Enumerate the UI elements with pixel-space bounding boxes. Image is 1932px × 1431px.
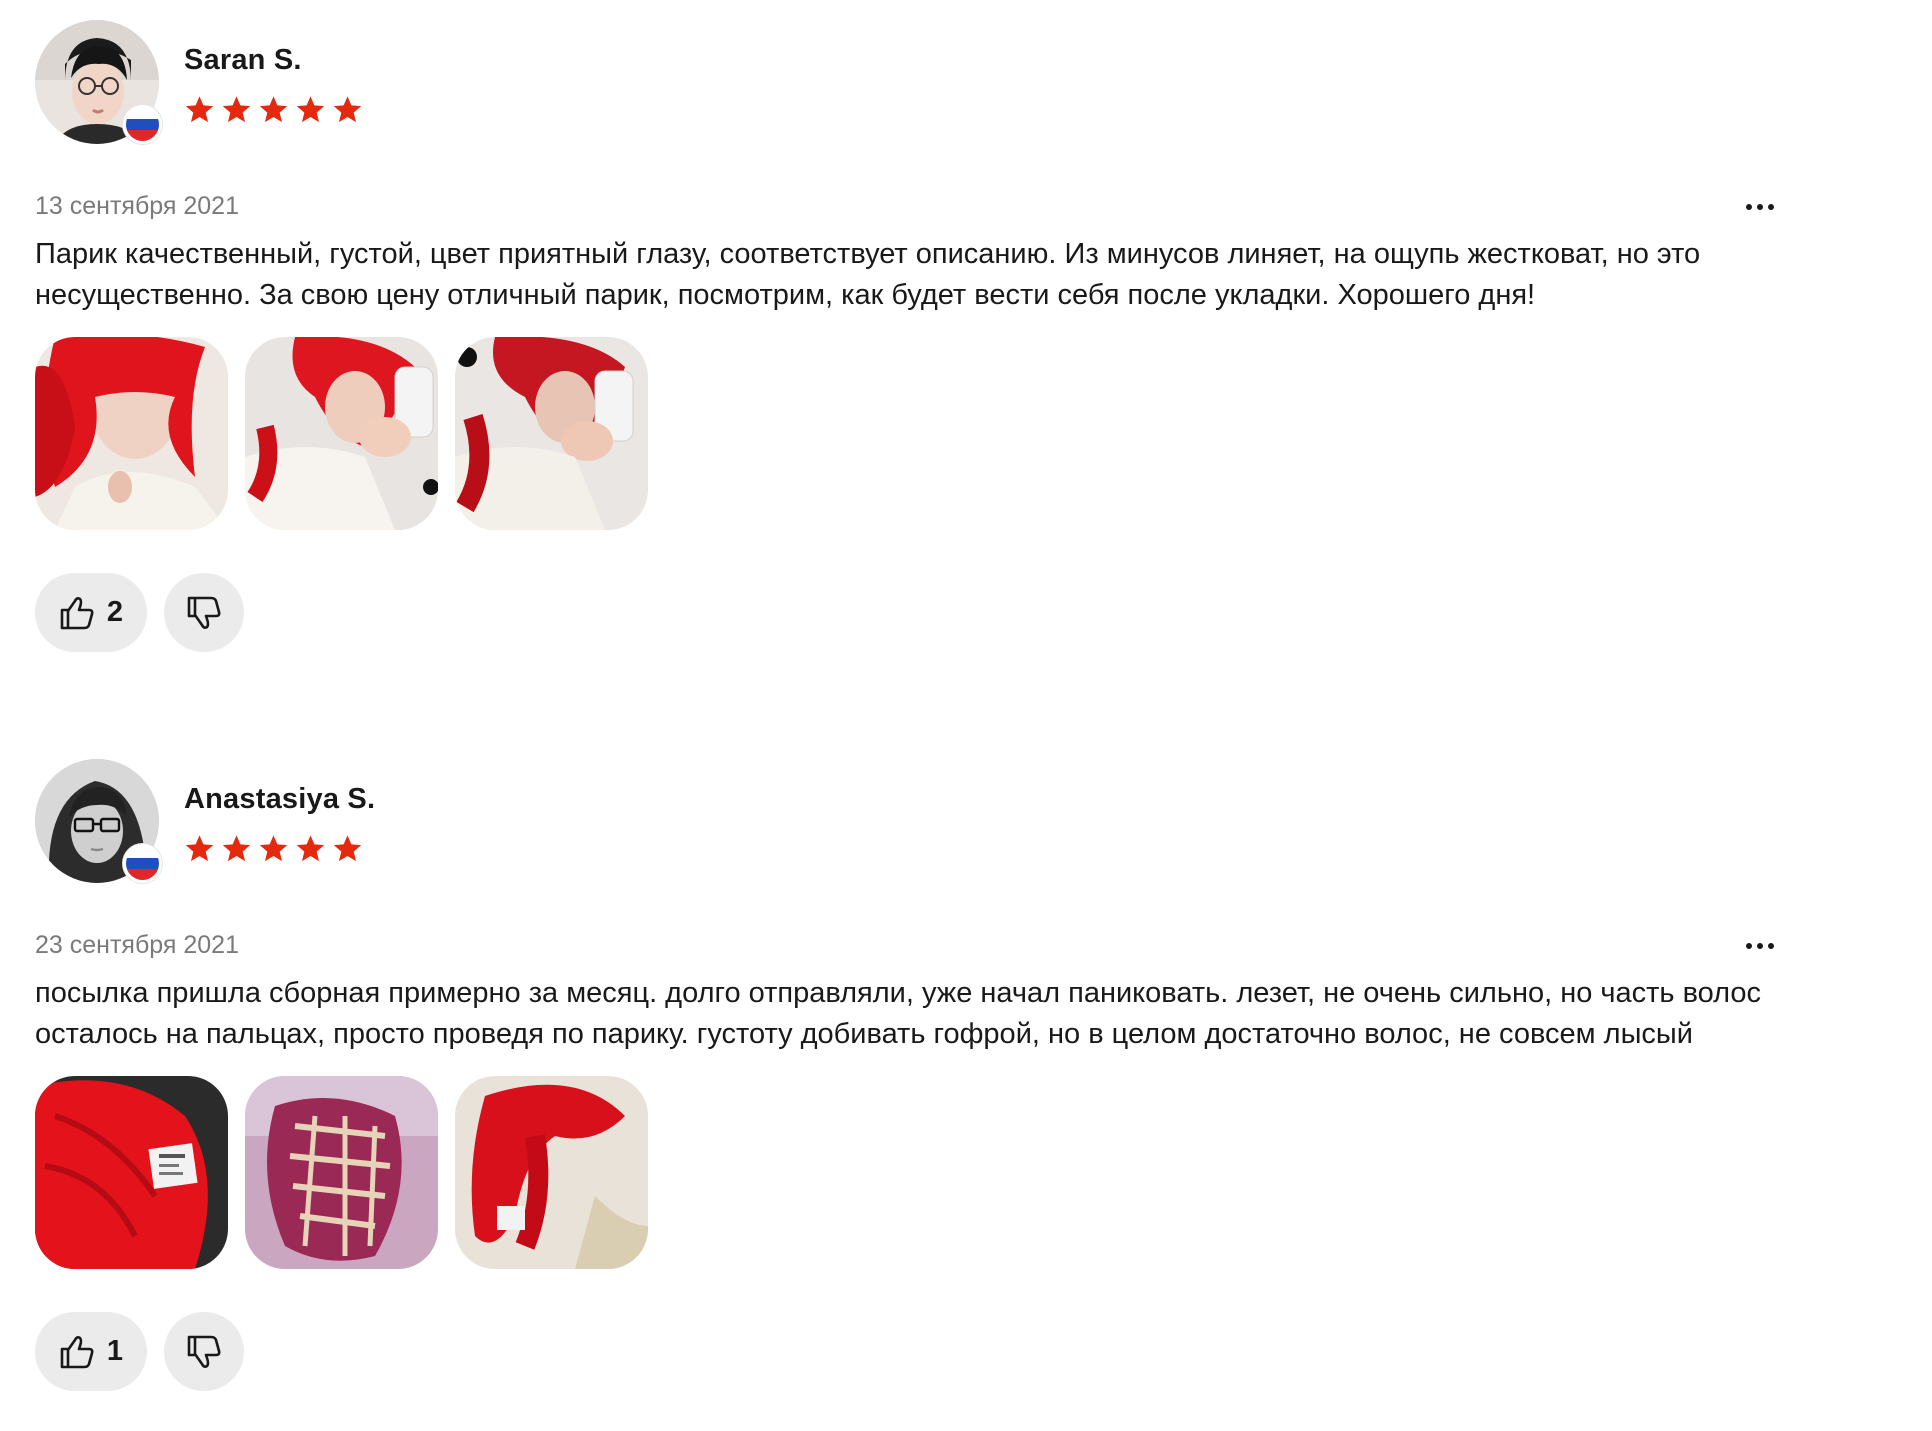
review-photo[interactable] [455,337,648,530]
review-date: 23 сентября 2021 [35,931,239,959]
like-count: 1 [106,1335,124,1367]
review-header: Saran S. [35,18,1795,144]
review-photo[interactable] [245,337,438,530]
review-meta: 13 сентября 2021 [35,192,1795,232]
like-button[interactable]: 1 [35,1312,147,1391]
star-icon [185,96,214,123]
reviewer-name: Anastasiya S. [184,783,376,815]
review-photo[interactable] [455,1076,648,1269]
thumbs-up-icon [60,596,94,629]
dislike-button[interactable] [164,1312,244,1391]
review-card: Saran S. 13 сентября 2021 Парик качестве… [35,18,1795,652]
dislike-button[interactable] [164,573,244,652]
review-photo[interactable] [35,1076,228,1269]
thumbs-up-icon [60,1335,94,1368]
more-options-icon[interactable] [1740,192,1780,222]
like-count: 2 [106,596,124,628]
review-text: посылка пришла сборная примерно за месяц… [35,977,1762,1050]
review-photos [35,337,1795,530]
review-photo[interactable] [35,337,228,530]
star-icon [333,835,362,862]
star-icon [333,96,362,123]
star-icon [259,96,288,123]
review-header: Anastasiya S. [35,757,1795,883]
review-text: Парик качественный, густой, цвет приятны… [35,238,1701,311]
review-card: Anastasiya S. 23 сентября 2021 посылка п… [35,757,1795,1391]
reviewer-name: Saran S. [184,44,302,76]
review-date: 13 сентября 2021 [35,192,239,220]
star-icon [296,835,325,862]
review-meta: 23 сентября 2021 [35,931,1795,971]
ru-flag-icon [123,844,162,883]
thumbs-down-icon [187,1335,221,1368]
more-options-icon[interactable] [1740,931,1780,961]
star-rating [184,833,363,864]
thumbs-down-icon [187,596,221,629]
star-rating [184,94,363,125]
star-icon [222,835,251,862]
review-photos [35,1076,1795,1269]
vote-buttons: 1 [35,1312,1795,1391]
ru-flag-icon [123,105,162,144]
vote-buttons: 2 [35,573,1795,652]
like-button[interactable]: 2 [35,573,147,652]
star-icon [185,835,214,862]
review-photo[interactable] [245,1076,438,1269]
star-icon [222,96,251,123]
star-icon [259,835,288,862]
star-icon [296,96,325,123]
